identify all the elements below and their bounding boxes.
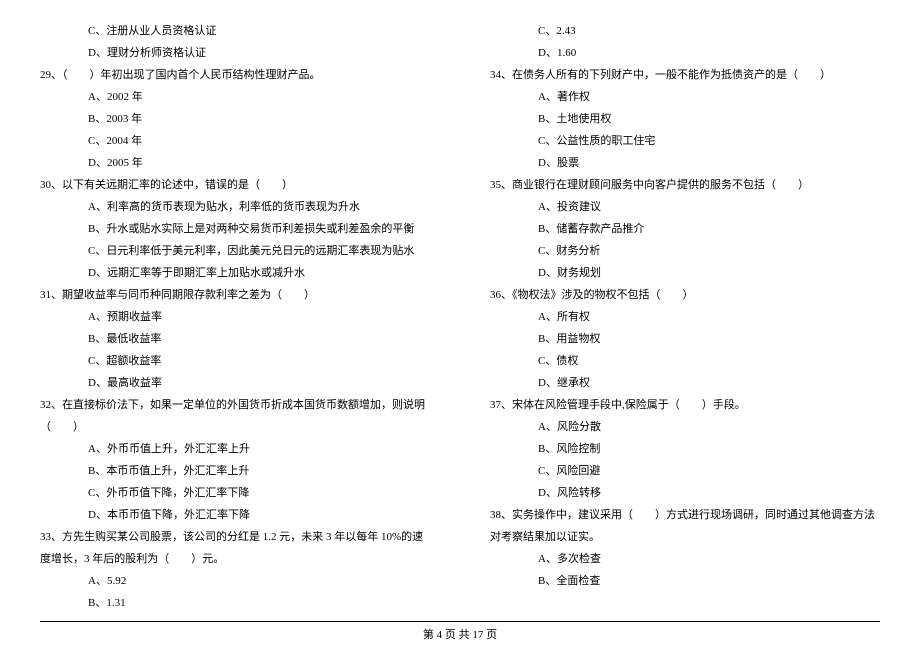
q37-option-d: D、风险转移 bbox=[490, 482, 880, 504]
q35-option-c: C、财务分析 bbox=[490, 240, 880, 262]
q34-option-c: C、公益性质的职工住宅 bbox=[490, 130, 880, 152]
q33-option-c: C、2.43 bbox=[490, 20, 880, 42]
right-column: C、2.43 D、1.60 34、在债务人所有的下列财产中，一般不能作为抵债资产… bbox=[490, 20, 880, 614]
q38-option-b: B、全面检查 bbox=[490, 570, 880, 592]
q36-option-c: C、债权 bbox=[490, 350, 880, 372]
q30-option-a: A、利率高的货币表现为贴水，利率低的货币表现为升水 bbox=[40, 196, 430, 218]
footer-divider bbox=[40, 621, 880, 622]
q37-option-c: C、风险回避 bbox=[490, 460, 880, 482]
q36-option-d: D、继承权 bbox=[490, 372, 880, 394]
q33: 33、方先生购买某公司股票，该公司的分红是 1.2 元，未来 3 年以每年 10… bbox=[40, 526, 430, 570]
q31-option-a: A、预期收益率 bbox=[40, 306, 430, 328]
q31: 31、期望收益率与同币种同期限存款利率之差为（ ） bbox=[40, 284, 430, 306]
q37: 37、宋体在风险管理手段中,保险属于（ ）手段。 bbox=[490, 394, 880, 416]
q38: 38、实务操作中，建议采用（ ）方式进行现场调研，同时通过其他调查方法对考察结果… bbox=[490, 504, 880, 548]
q35: 35、商业银行在理财顾问服务中向客户提供的服务不包括（ ） bbox=[490, 174, 880, 196]
q35-option-b: B、储蓄存款产品推介 bbox=[490, 218, 880, 240]
q32-option-d: D、本币币值下降，外汇汇率下降 bbox=[40, 504, 430, 526]
q34-option-d: D、股票 bbox=[490, 152, 880, 174]
page-footer: 第 4 页 共 17 页 bbox=[0, 621, 920, 642]
q37-option-b: B、风险控制 bbox=[490, 438, 880, 460]
q30-option-d: D、远期汇率等于即期汇率上加贴水或减升水 bbox=[40, 262, 430, 284]
q30-option-c: C、日元利率低于美元利率，因此美元兑日元的远期汇率表现为贴水 bbox=[40, 240, 430, 262]
q37-option-a: A、风险分散 bbox=[490, 416, 880, 438]
q34-option-b: B、土地使用权 bbox=[490, 108, 880, 130]
q33-option-b: B、1.31 bbox=[40, 592, 430, 614]
q30-option-b: B、升水或贴水实际上是对两种交易货币利差损失或利差盈余的平衡 bbox=[40, 218, 430, 240]
q35-option-d: D、财务规划 bbox=[490, 262, 880, 284]
q36-option-a: A、所有权 bbox=[490, 306, 880, 328]
q30: 30、以下有关远期汇率的论述中，错误的是（ ） bbox=[40, 174, 430, 196]
q28-option-d: D、理财分析师资格认证 bbox=[40, 42, 430, 64]
q33-option-d: D、1.60 bbox=[490, 42, 880, 64]
q29-option-a: A、2002 年 bbox=[40, 86, 430, 108]
q31-option-b: B、最低收益率 bbox=[40, 328, 430, 350]
q32: 32、在直接标价法下，如果一定单位的外国货币折成本国货币数额增加，则说明（ ） bbox=[40, 394, 430, 438]
q33-option-a: A、5.92 bbox=[40, 570, 430, 592]
q29: 29、（ ）年初出现了国内首个人民币结构性理财产品。 bbox=[40, 64, 430, 86]
q34-option-a: A、著作权 bbox=[490, 86, 880, 108]
q34: 34、在债务人所有的下列财产中，一般不能作为抵债资产的是（ ） bbox=[490, 64, 880, 86]
q35-option-a: A、投资建议 bbox=[490, 196, 880, 218]
page-number: 第 4 页 共 17 页 bbox=[423, 629, 497, 641]
q32-option-a: A、外币币值上升，外汇汇率上升 bbox=[40, 438, 430, 460]
q32-option-b: B、本币币值上升，外汇汇率上升 bbox=[40, 460, 430, 482]
q28-option-c: C、注册从业人员资格认证 bbox=[40, 20, 430, 42]
q36-option-b: B、用益物权 bbox=[490, 328, 880, 350]
q31-option-c: C、超额收益率 bbox=[40, 350, 430, 372]
q31-option-d: D、最高收益率 bbox=[40, 372, 430, 394]
q29-option-d: D、2005 年 bbox=[40, 152, 430, 174]
q32-option-c: C、外币币值下降，外汇汇率下降 bbox=[40, 482, 430, 504]
q36: 36、《物权法》涉及的物权不包括（ ） bbox=[490, 284, 880, 306]
left-column: C、注册从业人员资格认证 D、理财分析师资格认证 29、（ ）年初出现了国内首个… bbox=[40, 20, 430, 614]
q38-option-a: A、多次检查 bbox=[490, 548, 880, 570]
q29-option-c: C、2004 年 bbox=[40, 130, 430, 152]
q29-option-b: B、2003 年 bbox=[40, 108, 430, 130]
